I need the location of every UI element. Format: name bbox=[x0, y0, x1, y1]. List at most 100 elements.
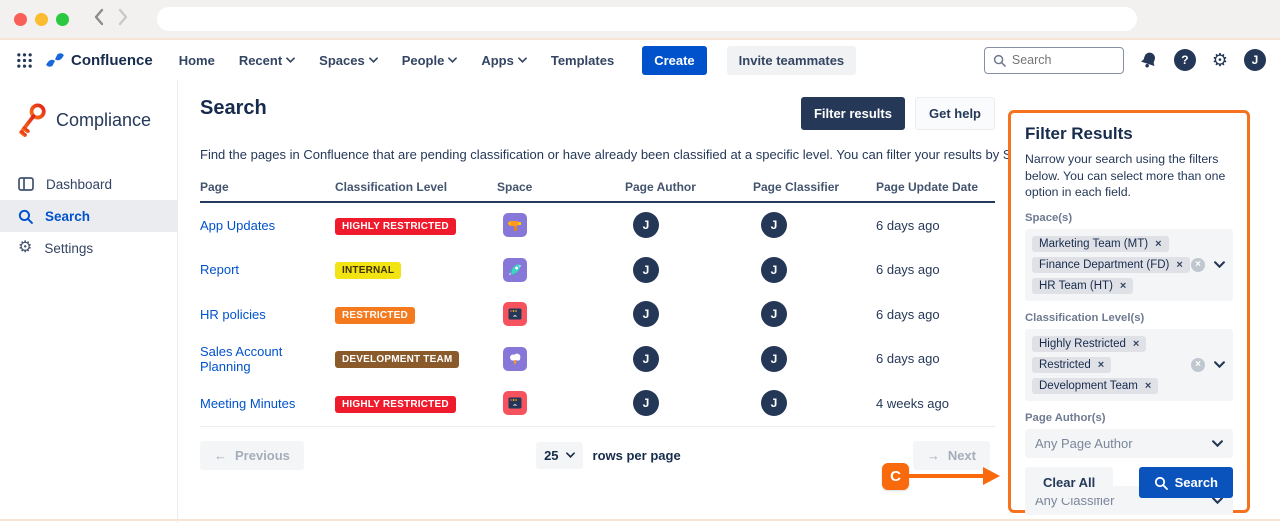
arrow-left-icon: ← bbox=[214, 448, 227, 463]
sidebar-app-name: Compliance bbox=[56, 110, 151, 131]
classification-badge: INTERNAL bbox=[335, 262, 401, 279]
confluence-logo[interactable]: Confluence bbox=[45, 52, 153, 69]
levels-multiselect[interactable]: Highly Restricted× Restricted× Developme… bbox=[1025, 329, 1233, 401]
remove-tag-icon[interactable]: × bbox=[1098, 359, 1104, 371]
table-row: Report INTERNAL J J 6 days ago bbox=[200, 248, 995, 293]
chevron-down-icon bbox=[448, 57, 457, 63]
page-size-dropdown[interactable]: 25 bbox=[536, 442, 582, 469]
search-icon bbox=[18, 209, 33, 224]
table-header: Page Classification Level Space Page Aut… bbox=[200, 180, 995, 203]
sidebar-item-dashboard[interactable]: Dashboard bbox=[0, 168, 177, 200]
author-avatar: J bbox=[633, 257, 659, 283]
level-tag: Restricted× bbox=[1032, 357, 1111, 373]
remove-tag-icon[interactable]: × bbox=[1145, 380, 1151, 392]
spaces-multiselect[interactable]: Marketing Team (MT)× Finance Department … bbox=[1025, 229, 1233, 301]
annotation-c-badge: C bbox=[882, 463, 909, 490]
sidebar-item-settings[interactable]: ⚙ Settings bbox=[0, 232, 177, 264]
confluence-navbar: Confluence Home Recent Spaces People App… bbox=[0, 40, 1280, 80]
nav-item-recent[interactable]: Recent bbox=[239, 53, 295, 68]
update-date: 6 days ago bbox=[876, 307, 995, 322]
global-search-box[interactable] bbox=[984, 47, 1124, 74]
levels-label: Classification Level(s) bbox=[1025, 312, 1233, 324]
annotation-arrow bbox=[907, 474, 985, 478]
global-search-input[interactable] bbox=[1012, 53, 1112, 67]
gear-icon: ⚙ bbox=[1212, 51, 1228, 69]
settings-button[interactable]: ⚙ bbox=[1210, 49, 1230, 71]
app-switcher-button[interactable] bbox=[14, 50, 35, 71]
page-link[interactable]: Sales Account Planning bbox=[200, 344, 335, 374]
app-window: Confluence Home Recent Spaces People App… bbox=[0, 0, 1280, 525]
minimize-window-button[interactable] bbox=[35, 13, 48, 26]
page-link[interactable]: Meeting Minutes bbox=[200, 396, 335, 411]
author-avatar: J bbox=[633, 301, 659, 327]
next-page-button[interactable]: → Next bbox=[913, 441, 990, 470]
filter-results-button[interactable]: Filter results bbox=[801, 97, 905, 130]
remove-tag-icon[interactable]: × bbox=[1133, 338, 1139, 350]
clear-field-icon[interactable]: × bbox=[1191, 258, 1205, 272]
author-avatar: J bbox=[633, 346, 659, 372]
filter-search-button[interactable]: Search bbox=[1139, 467, 1233, 498]
create-button[interactable]: Create bbox=[642, 46, 706, 75]
chevron-down-icon bbox=[1212, 440, 1223, 447]
remove-tag-icon[interactable]: × bbox=[1120, 280, 1126, 292]
nav-item-apps[interactable]: Apps bbox=[481, 53, 527, 68]
nav-item-templates[interactable]: Templates bbox=[551, 53, 614, 68]
zoom-window-button[interactable] bbox=[56, 13, 69, 26]
page-author-select[interactable]: Any Page Author bbox=[1025, 429, 1233, 458]
avatar-initial: J bbox=[1252, 53, 1259, 67]
authors-label: Page Author(s) bbox=[1025, 412, 1233, 424]
classification-badge: RESTRICTED bbox=[335, 307, 415, 324]
close-window-button[interactable] bbox=[14, 13, 27, 26]
question-icon: ? bbox=[1181, 53, 1188, 67]
remove-tag-icon[interactable]: × bbox=[1176, 259, 1182, 271]
column-header-page-author: Page Author bbox=[625, 180, 753, 194]
update-date: 6 days ago bbox=[876, 262, 995, 277]
page-link[interactable]: HR policies bbox=[200, 307, 335, 322]
nav-item-people[interactable]: People bbox=[402, 53, 458, 68]
results-table: Page Classification Level Space Page Aut… bbox=[200, 180, 995, 427]
space-tag: Finance Department (FD)× bbox=[1032, 257, 1190, 273]
update-date: 6 days ago bbox=[876, 218, 995, 233]
classification-badge: DEVELOPMENT TEAM bbox=[335, 351, 459, 368]
get-help-button[interactable]: Get help bbox=[915, 97, 995, 130]
browser-chrome bbox=[0, 0, 1280, 40]
sidebar-item-search[interactable]: Search bbox=[0, 200, 177, 232]
nav-menu: Home Recent Spaces People Apps Templates bbox=[179, 53, 615, 68]
notifications-button[interactable] bbox=[1138, 49, 1160, 71]
space-tag: HR Team (HT)× bbox=[1032, 278, 1133, 294]
chevron-down-icon[interactable] bbox=[1214, 261, 1225, 268]
update-date: 6 days ago bbox=[876, 351, 995, 366]
url-bar[interactable] bbox=[157, 7, 1137, 31]
help-button[interactable]: ? bbox=[1174, 49, 1196, 71]
author-avatar: J bbox=[633, 390, 659, 416]
dashboard-icon bbox=[18, 177, 34, 191]
nav-item-spaces[interactable]: Spaces bbox=[319, 53, 378, 68]
chevron-down-icon bbox=[566, 452, 575, 458]
clear-field-icon[interactable]: × bbox=[1191, 358, 1205, 372]
page-link[interactable]: App Updates bbox=[200, 218, 335, 233]
browser-back-icon[interactable] bbox=[93, 8, 105, 31]
compliance-sidebar: Compliance Dashboard Search ⚙ Settings bbox=[0, 80, 178, 523]
confluence-logo-icon bbox=[45, 52, 65, 68]
invite-teammates-button[interactable]: Invite teammates bbox=[727, 46, 857, 75]
annotation-arrowhead-icon bbox=[983, 467, 1000, 485]
user-avatar[interactable]: J bbox=[1244, 49, 1266, 71]
table-row: App Updates HIGHLY RESTRICTED J J 6 days… bbox=[200, 203, 995, 248]
column-header-space: Space bbox=[497, 180, 625, 194]
classifier-avatar: J bbox=[761, 257, 787, 283]
gear-icon: ⚙ bbox=[18, 240, 32, 256]
chevron-down-icon[interactable] bbox=[1214, 361, 1225, 368]
nav-item-home[interactable]: Home bbox=[179, 53, 215, 68]
remove-tag-icon[interactable]: × bbox=[1155, 238, 1161, 250]
space-tag: Marketing Team (MT)× bbox=[1032, 236, 1169, 252]
chevron-down-icon bbox=[518, 57, 527, 63]
classification-badge: HIGHLY RESTRICTED bbox=[335, 218, 456, 235]
sidebar-item-label: Settings bbox=[44, 241, 93, 256]
filter-panel-description: Narrow your search using the filters bel… bbox=[1025, 151, 1233, 201]
page-link[interactable]: Report bbox=[200, 262, 335, 277]
column-header-page-classifier: Page Classifier bbox=[753, 180, 876, 194]
browser-forward-icon[interactable] bbox=[117, 8, 129, 31]
clear-all-button[interactable]: Clear All bbox=[1025, 467, 1113, 498]
product-name: Confluence bbox=[71, 52, 153, 69]
previous-page-button[interactable]: ← Previous bbox=[200, 441, 304, 470]
